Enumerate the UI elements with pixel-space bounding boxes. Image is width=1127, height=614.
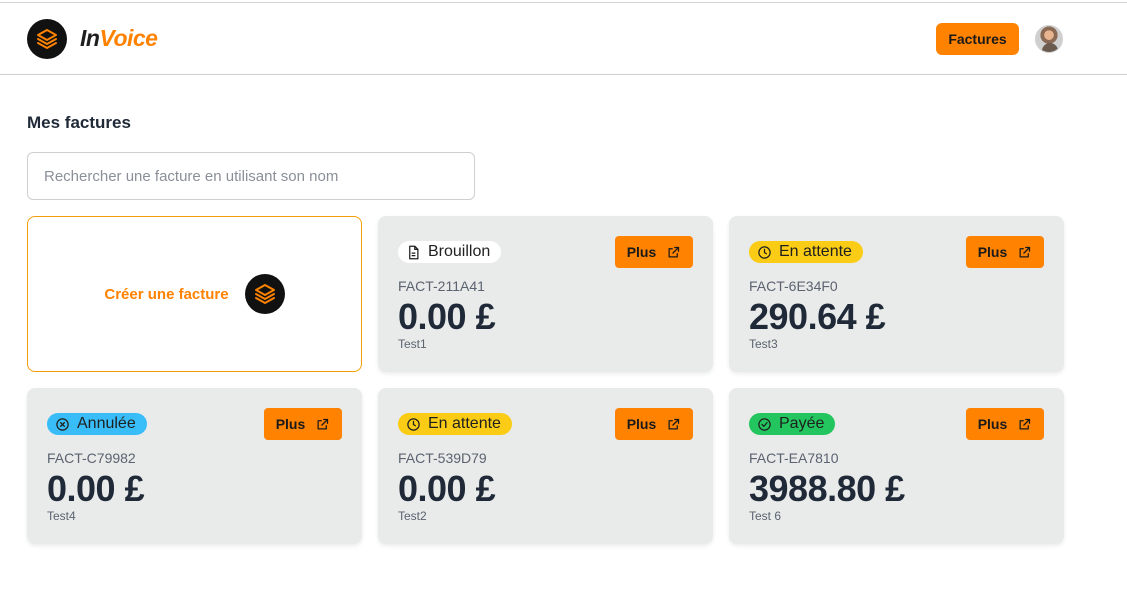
brand-part-in: In bbox=[80, 25, 100, 51]
logo-layers-icon[interactable] bbox=[27, 19, 67, 59]
invoice-client: Test3 bbox=[749, 337, 778, 351]
external-link-icon bbox=[317, 418, 329, 429]
clock-icon bbox=[407, 417, 420, 431]
external-link-icon bbox=[1019, 246, 1031, 257]
status-label: Brouillon bbox=[428, 243, 491, 260]
invoice-client: Test1 bbox=[398, 337, 427, 351]
more-button-label: Plus bbox=[275, 416, 306, 432]
status-badge: Annulée bbox=[47, 413, 147, 435]
invoice-code: FACT-C79982 bbox=[47, 450, 136, 466]
external-link-icon bbox=[1019, 418, 1031, 429]
brand-part-voice: Voice bbox=[99, 25, 158, 51]
navbar: InVoice Factures bbox=[0, 3, 1127, 75]
invoice-card: En attente Plus FACT-539D79 0.00 £ Test2 bbox=[378, 388, 713, 544]
invoice-card: Annulée Plus FACT-C79982 0.00 £ Test4 bbox=[27, 388, 362, 544]
more-button[interactable]: Plus bbox=[264, 408, 342, 440]
invoices-nav-button[interactable]: Factures bbox=[936, 23, 1019, 55]
invoice-client: Test2 bbox=[398, 509, 427, 523]
status-label: Annulée bbox=[77, 415, 136, 432]
invoice-amount: 0.00 £ bbox=[47, 468, 145, 509]
invoice-code: FACT-6E34F0 bbox=[749, 278, 838, 294]
invoice-code: FACT-EA7810 bbox=[749, 450, 839, 466]
check-circle-icon bbox=[758, 417, 771, 431]
search-input[interactable] bbox=[27, 152, 475, 200]
brand-name[interactable]: InVoice bbox=[80, 25, 158, 52]
invoice-code: FACT-211A41 bbox=[398, 278, 485, 294]
more-button-label: Plus bbox=[977, 244, 1008, 260]
status-label: Payée bbox=[779, 415, 825, 432]
invoice-client: Test 6 bbox=[749, 509, 782, 523]
more-button-label: Plus bbox=[977, 416, 1008, 432]
clock-icon bbox=[758, 245, 771, 259]
invoice-amount: 290.64 £ bbox=[749, 296, 886, 337]
layers-icon bbox=[244, 274, 285, 314]
invoice-amount: 0.00 £ bbox=[398, 468, 496, 509]
status-label: En attente bbox=[428, 415, 501, 432]
status-label: En attente bbox=[779, 243, 852, 260]
invoice-card: En attente Plus FACT-6E34F0 290.64 £ Tes… bbox=[729, 216, 1064, 372]
more-button-label: Plus bbox=[626, 244, 657, 260]
invoice-amount: 0.00 £ bbox=[398, 296, 496, 337]
invoice-client: Test4 bbox=[47, 509, 76, 523]
document-icon bbox=[409, 245, 419, 259]
create-invoice-card[interactable]: Créer une facture bbox=[27, 216, 362, 372]
status-badge: En attente bbox=[749, 241, 863, 263]
status-badge: Brouillon bbox=[398, 241, 502, 263]
invoice-card: Payée Plus FACT-EA7810 3988.80 £ Test 6 bbox=[729, 388, 1064, 544]
create-invoice-label: Créer une facture bbox=[104, 285, 229, 303]
invoice-grid: Créer une facture Brouillon Plus FACT-21… bbox=[27, 216, 1064, 544]
x-circle-icon bbox=[56, 417, 69, 431]
external-link-icon bbox=[668, 418, 680, 429]
invoice-card: Brouillon Plus FACT-211A41 0.00 £ Test1 bbox=[378, 216, 713, 372]
more-button[interactable]: Plus bbox=[966, 408, 1044, 440]
more-button[interactable]: Plus bbox=[615, 408, 693, 440]
status-badge: Payée bbox=[749, 413, 836, 435]
user-avatar[interactable] bbox=[1035, 25, 1063, 53]
invoice-amount: 3988.80 £ bbox=[749, 468, 905, 509]
invoice-code: FACT-539D79 bbox=[398, 450, 487, 466]
page-title: Mes factures bbox=[27, 113, 131, 132]
status-badge: En attente bbox=[398, 413, 512, 435]
external-link-icon bbox=[668, 246, 680, 257]
more-button[interactable]: Plus bbox=[615, 236, 693, 268]
more-button-label: Plus bbox=[626, 416, 657, 432]
more-button[interactable]: Plus bbox=[966, 236, 1044, 268]
